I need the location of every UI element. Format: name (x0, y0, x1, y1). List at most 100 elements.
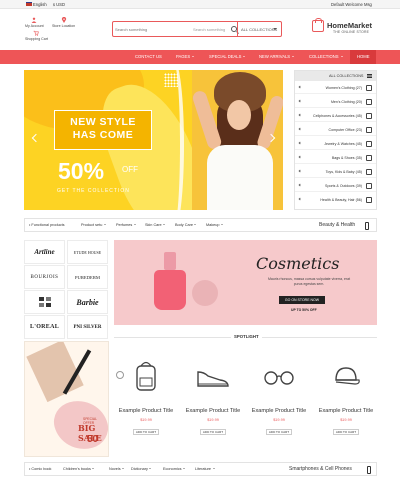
bag-icon (366, 154, 372, 161)
tab-perfumes[interactable]: Perfumes (116, 223, 136, 227)
tab-makeup[interactable]: Makeup (206, 223, 224, 227)
shoe-icon (197, 371, 229, 387)
glasses-icon (264, 371, 294, 385)
perfume-bottle (154, 270, 186, 310)
add-to-cart-button[interactable]: ADD TO CART (200, 429, 226, 435)
chevron-down-icon (292, 56, 295, 58)
currency-selector[interactable]: $ USD (53, 2, 65, 7)
tab-comic-book[interactable]: • Comic book (29, 467, 51, 471)
backpack-icon (136, 361, 156, 391)
hero-banner[interactable]: NEW STYLE HAS COME 50% OFF GET THE COLLE… (24, 70, 283, 210)
menu-icon[interactable] (367, 74, 372, 75)
chevron-left-icon (298, 197, 302, 201)
language-selector[interactable]: English (26, 2, 47, 7)
flower-decoration (192, 280, 218, 306)
go-to-store-button[interactable]: GO ON STORE NOW (279, 296, 325, 304)
chevron-down-icon (133, 224, 136, 226)
add-to-cart-button[interactable]: ADD TO CART (133, 429, 159, 435)
cosmetics-banner[interactable]: Cosmetics Mauris rhoncus, massa cursus v… (114, 240, 377, 325)
product-card[interactable]: Example Product Title $19.99 ADD TO CART (315, 346, 377, 446)
tab-product-setup[interactable]: Product setu (81, 223, 106, 227)
categories-panel: ALL COLLECTIONS Women's Clothing (27) Me… (294, 70, 377, 210)
chevron-left-icon (298, 183, 302, 187)
product-price: $19.99 (273, 418, 285, 422)
my-account-link[interactable]: My Account (25, 17, 44, 28)
currency-icon: $ (53, 2, 55, 7)
tab-functional-products[interactable]: • Functional products (29, 223, 65, 227)
brand-logo[interactable]: Artline (24, 240, 65, 264)
tab-economics[interactable]: Economics (163, 467, 186, 471)
brand-logo[interactable]: PNI SILVER (67, 315, 108, 339)
chevron-left-icon (298, 169, 302, 173)
tab-body-care[interactable]: Body Care (175, 223, 197, 227)
chevron-left-icon[interactable] (31, 133, 41, 143)
nav-special-deals[interactable]: SPECIAL DEALS (209, 54, 246, 59)
brand-logo[interactable]: L'OREAL (24, 315, 65, 339)
add-to-cart-button[interactable]: ADD TO CART (266, 429, 292, 435)
chevron-down-icon (243, 56, 246, 58)
category-item[interactable]: Health & Beauty, Hair (56) (295, 194, 376, 206)
banner-off: OFF (122, 165, 138, 174)
category-item[interactable]: Men's Clothing (20) (295, 96, 376, 108)
top-bar: English $ USD Default Welcome Msg (0, 0, 400, 9)
product-card[interactable]: Example Product Title $19.99 ADD TO CART (182, 346, 244, 446)
ring-icon (366, 140, 372, 147)
logo-name[interactable]: HomeMarket (327, 21, 372, 30)
category-item[interactable]: Bags & Shoes (35) (295, 152, 376, 164)
big-sale-promo[interactable]: SPECIAL OFFER BIG SALE 50 (24, 341, 109, 457)
chevron-left-icon (298, 113, 302, 117)
tab-novels[interactable]: Novels (109, 467, 125, 471)
brand-logo[interactable]: BOURJOIS (24, 265, 65, 289)
product-price: $19.99 (140, 418, 152, 422)
brand-logo-grid[interactable] (24, 290, 65, 314)
welcome-message: Default Welcome Msg (331, 1, 372, 7)
chevron-down-icon (92, 468, 95, 470)
nav-pages[interactable]: PAGES (176, 54, 195, 59)
product-title[interactable]: Example Product Title (248, 408, 310, 414)
product-title[interactable]: Example Product Title (115, 408, 177, 414)
shopping-cart-link[interactable]: Shopping Cart (25, 30, 48, 41)
product-card[interactable]: Example Product Title $19.99 ADD TO CART (248, 346, 310, 446)
beauty-tab-strip: • Functional products Product setu Perfu… (24, 218, 377, 232)
chevron-left-icon (298, 85, 302, 89)
category-item[interactable]: Cellphones & Accessories (45) (295, 110, 376, 122)
brand-logo[interactable]: Barbie (67, 290, 108, 314)
banner-cta[interactable]: GET THE COLLECTION (57, 188, 130, 194)
chevron-left-icon (298, 127, 302, 131)
chevron-down-icon (221, 224, 224, 226)
product-title[interactable]: Example Product Title (182, 408, 244, 414)
categories-header: ALL COLLECTIONS (295, 71, 376, 81)
chevron-down-icon (122, 468, 125, 470)
store-location-link[interactable]: Store Location (52, 17, 75, 28)
brand-logo[interactable]: PUREDERM (67, 265, 108, 289)
tab-dictionary[interactable]: Dictionary (131, 467, 152, 471)
tab-literature[interactable]: Literature (195, 467, 215, 471)
shirt-icon (366, 98, 372, 105)
nav-new-arrivals[interactable]: NEW ARRIVALS (259, 54, 295, 59)
product-card[interactable]: Example Product Title $19.99 ADD TO CART (115, 346, 177, 446)
category-item[interactable]: Jewelry & Watches (45) (295, 138, 376, 150)
category-item[interactable]: Women's Clothing (27) (295, 82, 376, 94)
nav-contact-us[interactable]: CONTACT US (135, 54, 162, 59)
spotlight-title: SPOTLIGHT (231, 334, 262, 339)
nav-collections[interactable]: COLLECTIONS (309, 54, 343, 59)
brand-logo[interactable]: ETUDE HOUSE (67, 240, 108, 264)
lipstick-icon (365, 221, 369, 230)
nav-home[interactable]: HOME (350, 50, 376, 64)
section-title: Beauty & Health (319, 222, 356, 228)
tab-childrens-books[interactable]: Children's books (63, 467, 95, 471)
add-to-cart-button[interactable]: ADD TO CART (333, 429, 359, 435)
category-item[interactable]: Computer Office (23) (295, 124, 376, 136)
category-item[interactable]: Toys, Kids & Baby (45) (295, 166, 376, 178)
category-item[interactable]: Sports & Outdoors (39) (295, 180, 376, 192)
category-select[interactable]: ALL COLLECTIONS (241, 27, 277, 32)
chevron-left-icon (298, 141, 302, 145)
tab-skin-care[interactable]: Skin Care (145, 223, 166, 227)
cosmetics-subtitle: Mauris rhoncus, massa cursus vulputate v… (267, 277, 351, 286)
section-title: Smartphones & Cell Phones (289, 466, 352, 472)
chevron-down-icon[interactable] (273, 28, 277, 30)
product-title[interactable]: Example Product Title (315, 408, 377, 414)
cosmetics-title: Cosmetics (256, 254, 340, 273)
search-divider (237, 22, 238, 36)
chevron-down-icon (194, 224, 197, 226)
